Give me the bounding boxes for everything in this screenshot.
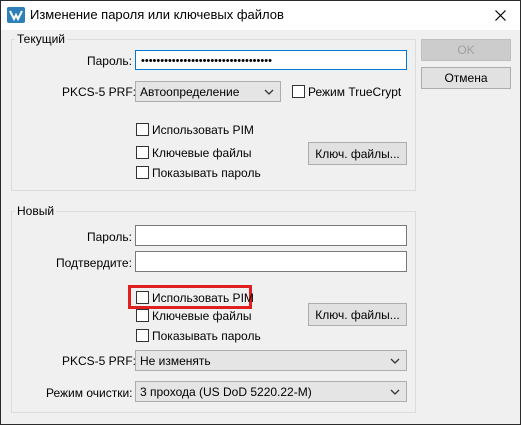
truecrypt-mode-checkbox[interactable] (292, 85, 305, 98)
current-password-label: Пароль: (87, 54, 132, 68)
cancel-button[interactable]: Отмена (421, 67, 511, 89)
current-keyfiles-checkbox[interactable] (136, 146, 149, 159)
confirm-password-input[interactable] (135, 251, 407, 272)
new-group-title: Новый (15, 204, 57, 218)
current-prf-value: Автоопределение (140, 85, 240, 99)
current-prf-label: PKCS-5 PRF: (62, 85, 137, 99)
chevron-down-icon (264, 89, 274, 95)
chevron-down-icon (390, 358, 400, 364)
close-button[interactable] (480, 1, 520, 30)
chevron-down-icon (390, 389, 400, 395)
new-show-password-checkbox[interactable] (136, 329, 149, 342)
current-group-title: Текущий (15, 32, 67, 46)
truecrypt-mode-label: Режим TrueCrypt (308, 85, 402, 99)
current-keyfiles-button[interactable]: Ключ. файлы... (308, 142, 407, 165)
ok-button[interactable]: OK (421, 39, 511, 61)
wipe-mode-select[interactable]: 3 прохода (US DoD 5220.22-M) (135, 381, 407, 402)
wipe-mode-value: 3 прохода (US DoD 5220.22-M) (140, 385, 312, 399)
current-use-pim-checkbox[interactable] (136, 123, 149, 136)
new-keyfiles-checkbox[interactable] (136, 309, 149, 322)
new-use-pim-label: Использовать PIM (152, 291, 254, 305)
new-prf-value: Не изменять (140, 354, 211, 368)
change-password-dialog: Изменение пароля или ключевых файлов Тек… (0, 0, 521, 425)
veracrypt-app-icon (7, 7, 25, 23)
new-password-input[interactable] (135, 225, 407, 246)
close-icon (494, 10, 506, 21)
current-prf-select[interactable]: Автоопределение (135, 81, 281, 102)
confirm-password-label: Подтвердите: (56, 256, 132, 270)
wipe-mode-label: Режим очистки: (46, 386, 133, 400)
current-password-value: •••••••••••••••••••••••••••••••••• (141, 55, 272, 67)
window-title: Изменение пароля или ключевых файлов (30, 7, 284, 22)
new-use-pim-checkbox[interactable] (136, 291, 149, 304)
new-prf-select[interactable]: Не изменять (135, 350, 407, 371)
new-prf-label: PKCS-5 PRF: (62, 354, 137, 368)
current-use-pim-label: Использовать PIM (152, 123, 254, 137)
new-keyfiles-button[interactable]: Ключ. файлы... (308, 303, 407, 326)
title-bar: Изменение пароля или ключевых файлов (1, 1, 520, 30)
current-show-password-checkbox[interactable] (136, 166, 149, 179)
current-keyfiles-label: Ключевые файлы (152, 146, 252, 160)
new-keyfiles-label: Ключевые файлы (152, 309, 252, 323)
new-show-password-label: Показывать пароль (152, 329, 261, 343)
new-password-label: Пароль: (87, 230, 132, 244)
current-show-password-label: Показывать пароль (152, 166, 261, 180)
current-password-input[interactable]: •••••••••••••••••••••••••••••••••• (135, 50, 407, 70)
